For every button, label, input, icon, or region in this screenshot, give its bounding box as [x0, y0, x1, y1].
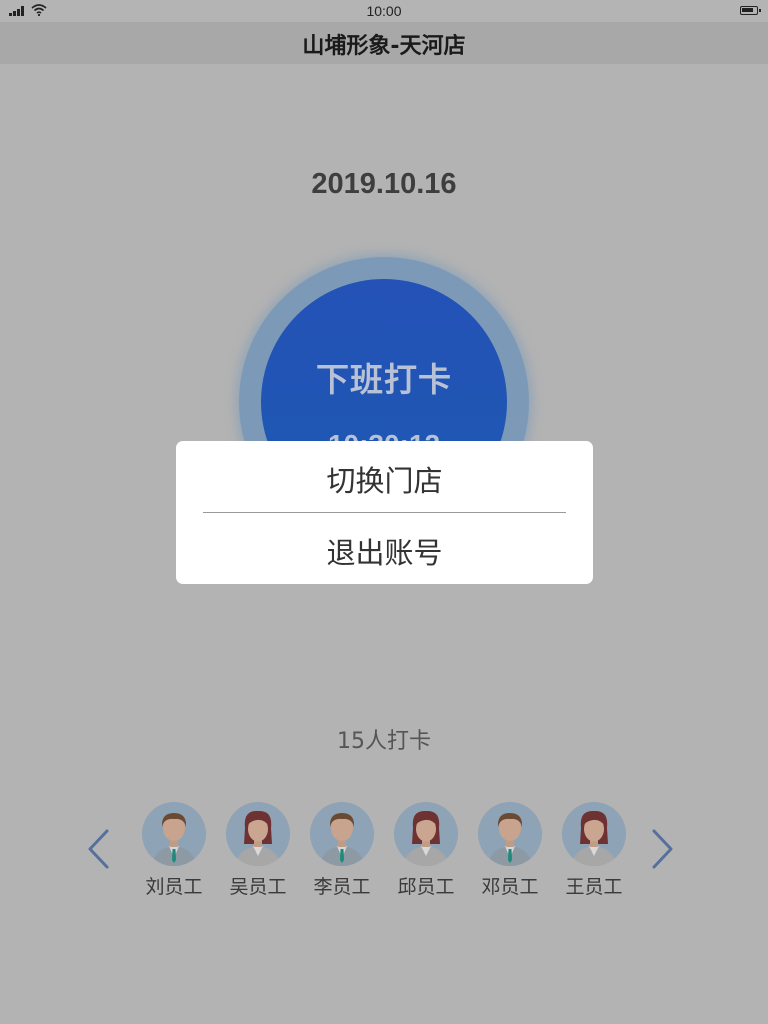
date-label: 2019.10.16 — [311, 168, 457, 200]
female-avatar-icon — [562, 802, 626, 866]
male-avatar-icon — [310, 802, 374, 866]
employee-name: 邱员工 — [397, 876, 455, 898]
chevron-right-icon[interactable] — [650, 828, 676, 870]
male-avatar-icon — [478, 802, 542, 866]
status-time: 10:00 — [366, 3, 402, 19]
clock-out-label: 下班打卡 — [316, 360, 452, 399]
employee-item[interactable]: 李员工 — [310, 802, 374, 902]
employee-item[interactable]: 王员工 — [562, 802, 626, 902]
employee-name: 王员工 — [565, 876, 623, 898]
battery-icon — [740, 6, 761, 15]
female-avatar-icon — [226, 802, 290, 866]
checkin-count: 15人打卡 — [337, 729, 431, 754]
nav-bar: 山埔形象-天河店 — [0, 22, 768, 64]
page-title: 山埔形象-天河店 — [302, 34, 466, 59]
logout-option[interactable]: 退出账号 — [176, 530, 593, 572]
female-avatar-icon — [394, 802, 458, 866]
employee-name: 李员工 — [313, 876, 371, 898]
status-bar: 10:00 — [0, 0, 768, 22]
chevron-left-icon[interactable] — [85, 828, 111, 870]
employee-item[interactable]: 刘员工 — [142, 802, 206, 902]
employee-name: 邓员工 — [481, 876, 539, 898]
employee-name: 刘员工 — [145, 876, 203, 898]
popup-divider — [203, 512, 566, 513]
switch-store-option[interactable]: 切换门店 — [176, 458, 593, 500]
male-avatar-icon — [142, 802, 206, 866]
employee-item[interactable]: 邱员工 — [394, 802, 458, 902]
employee-item[interactable]: 邓员工 — [478, 802, 542, 902]
employee-name: 吴员工 — [229, 876, 287, 898]
employee-item[interactable]: 吴员工 — [226, 802, 290, 902]
action-popup: 切换门店 退出账号 — [176, 441, 593, 584]
